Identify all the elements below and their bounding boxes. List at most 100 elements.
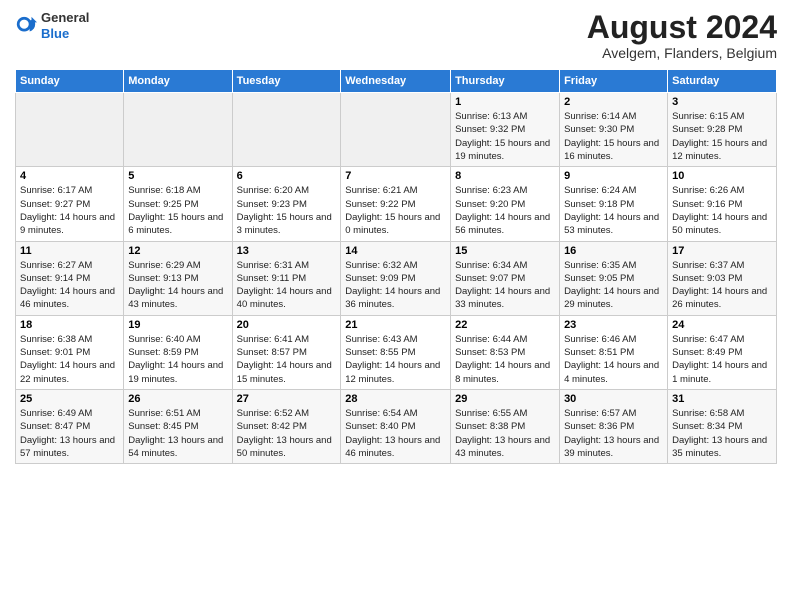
day-number: 29: [455, 393, 555, 405]
day-info: Sunrise: 6:27 AMSunset: 9:14 PMDaylight:…: [20, 259, 119, 312]
calendar-cell: 3 Sunrise: 6:15 AMSunset: 9:28 PMDaylight…: [668, 93, 777, 167]
calendar: SundayMondayTuesdayWednesdayThursdayFrid…: [15, 69, 777, 464]
day-info: Sunrise: 6:57 AMSunset: 8:36 PMDaylight:…: [564, 407, 663, 460]
calendar-cell: 13 Sunrise: 6:31 AMSunset: 9:11 PMDayligh…: [232, 241, 341, 315]
day-info: Sunrise: 6:29 AMSunset: 9:13 PMDaylight:…: [128, 259, 227, 312]
calendar-cell: 26Sunrise: 6:51 AMSunset: 8:45 PMDayligh…: [124, 389, 232, 463]
day-info: Sunrise: 6:26 AMSunset: 9:16 PMDaylight:…: [672, 184, 772, 237]
calendar-cell: 19 Sunrise: 6:40 AMSunset: 8:59 PMDayligh…: [124, 315, 232, 389]
calendar-cell: 17 Sunrise: 6:37 AMSunset: 9:03 PMDayligh…: [668, 241, 777, 315]
day-info: Sunrise: 6:15 AMSunset: 9:28 PMDaylight:…: [672, 110, 772, 163]
day-info: Sunrise: 6:35 AMSunset: 9:05 PMDaylight:…: [564, 259, 663, 312]
calendar-cell: 9Sunrise: 6:24 AMSunset: 9:18 PMDaylight…: [560, 167, 668, 241]
day-number: 23: [564, 319, 663, 331]
location: Avelgem, Flanders, Belgium: [587, 45, 777, 61]
day-number: 11: [20, 245, 119, 257]
calendar-cell: 12 Sunrise: 6:29 AMSunset: 9:13 PMDayligh…: [124, 241, 232, 315]
day-info: Sunrise: 6:38 AMSunset: 9:01 PMDaylight:…: [20, 333, 119, 386]
calendar-cell: 1Sunrise: 6:13 AMSunset: 9:32 PMDaylight…: [451, 93, 560, 167]
calendar-week: 25 Sunrise: 6:49 AMSunset: 8:47 PMDayligh…: [16, 389, 777, 463]
calendar-week: 18Sunrise: 6:38 AMSunset: 9:01 PMDayligh…: [16, 315, 777, 389]
day-number: 24: [672, 319, 772, 331]
weekday-header: Saturday: [668, 70, 777, 93]
day-number: 25: [20, 393, 119, 405]
calendar-week: 11 Sunrise: 6:27 AMSunset: 9:14 PMDayligh…: [16, 241, 777, 315]
day-number: 3: [672, 96, 772, 108]
calendar-cell: 5Sunrise: 6:18 AMSunset: 9:25 PMDaylight…: [124, 167, 232, 241]
day-info: Sunrise: 6:40 AMSunset: 8:59 PMDaylight:…: [128, 333, 227, 386]
weekday-header: Friday: [560, 70, 668, 93]
calendar-cell: 25 Sunrise: 6:49 AMSunset: 8:47 PMDayligh…: [16, 389, 124, 463]
day-number: 30: [564, 393, 663, 405]
day-info: Sunrise: 6:43 AMSunset: 8:55 PMDaylight:…: [345, 333, 446, 386]
calendar-cell: 10Sunrise: 6:26 AMSunset: 9:16 PMDayligh…: [668, 167, 777, 241]
day-number: 28: [345, 393, 446, 405]
day-info: Sunrise: 6:37 AMSunset: 9:03 PMDaylight:…: [672, 259, 772, 312]
day-info: Sunrise: 6:31 AMSunset: 9:11 PMDaylight:…: [237, 259, 337, 312]
day-info: Sunrise: 6:32 AMSunset: 9:09 PMDaylight:…: [345, 259, 446, 312]
day-number: 8: [455, 170, 555, 182]
calendar-cell: 21 Sunrise: 6:43 AMSunset: 8:55 PMDayligh…: [341, 315, 451, 389]
day-number: 1: [455, 96, 555, 108]
day-number: 12: [128, 245, 227, 257]
calendar-cell: 11 Sunrise: 6:27 AMSunset: 9:14 PMDayligh…: [16, 241, 124, 315]
day-info: Sunrise: 6:21 AMSunset: 9:22 PMDaylight:…: [345, 184, 446, 237]
day-number: 20: [237, 319, 337, 331]
calendar-cell: 8 Sunrise: 6:23 AMSunset: 9:20 PMDaylight…: [451, 167, 560, 241]
day-number: 2: [564, 96, 663, 108]
page-container: General Blue August 2024 Avelgem, Flande…: [0, 0, 792, 469]
weekday-header: Wednesday: [341, 70, 451, 93]
day-number: 17: [672, 245, 772, 257]
day-number: 5: [128, 170, 227, 182]
logo-text: General Blue: [41, 10, 89, 41]
calendar-cell: 18Sunrise: 6:38 AMSunset: 9:01 PMDayligh…: [16, 315, 124, 389]
day-number: 6: [237, 170, 337, 182]
day-number: 13: [237, 245, 337, 257]
weekday-header: Thursday: [451, 70, 560, 93]
calendar-body: 1Sunrise: 6:13 AMSunset: 9:32 PMDaylight…: [16, 93, 777, 464]
calendar-week: 4Sunrise: 6:17 AMSunset: 9:27 PMDaylight…: [16, 167, 777, 241]
logo-icon: [15, 15, 37, 37]
logo-general: General: [41, 10, 89, 26]
calendar-cell: 7Sunrise: 6:21 AMSunset: 9:22 PMDaylight…: [341, 167, 451, 241]
day-number: 19: [128, 319, 227, 331]
calendar-cell: [16, 93, 124, 167]
day-info: Sunrise: 6:20 AMSunset: 9:23 PMDaylight:…: [237, 184, 337, 237]
calendar-cell: 20 Sunrise: 6:41 AMSunset: 8:57 PMDayligh…: [232, 315, 341, 389]
calendar-cell: 16 Sunrise: 6:35 AMSunset: 9:05 PMDayligh…: [560, 241, 668, 315]
day-info: Sunrise: 6:23 AMSunset: 9:20 PMDaylight:…: [455, 184, 555, 237]
calendar-cell: [232, 93, 341, 167]
calendar-cell: 22Sunrise: 6:44 AMSunset: 8:53 PMDayligh…: [451, 315, 560, 389]
calendar-cell: 6 Sunrise: 6:20 AMSunset: 9:23 PMDaylight…: [232, 167, 341, 241]
day-info: Sunrise: 6:17 AMSunset: 9:27 PMDaylight:…: [20, 184, 119, 237]
day-info: Sunrise: 6:46 AMSunset: 8:51 PMDaylight:…: [564, 333, 663, 386]
day-info: Sunrise: 6:49 AMSunset: 8:47 PMDaylight:…: [20, 407, 119, 460]
month-year: August 2024: [587, 10, 777, 45]
calendar-cell: 30 Sunrise: 6:57 AMSunset: 8:36 PMDayligh…: [560, 389, 668, 463]
day-info: Sunrise: 6:58 AMSunset: 8:34 PMDaylight:…: [672, 407, 772, 460]
day-info: Sunrise: 6:52 AMSunset: 8:42 PMDaylight:…: [237, 407, 337, 460]
day-number: 31: [672, 393, 772, 405]
calendar-week: 1Sunrise: 6:13 AMSunset: 9:32 PMDaylight…: [16, 93, 777, 167]
day-info: Sunrise: 6:47 AMSunset: 8:49 PMDaylight:…: [672, 333, 772, 386]
calendar-cell: 14Sunrise: 6:32 AMSunset: 9:09 PMDayligh…: [341, 241, 451, 315]
calendar-cell: [341, 93, 451, 167]
day-info: Sunrise: 6:55 AMSunset: 8:38 PMDaylight:…: [455, 407, 555, 460]
calendar-cell: 27Sunrise: 6:52 AMSunset: 8:42 PMDayligh…: [232, 389, 341, 463]
day-number: 21: [345, 319, 446, 331]
day-info: Sunrise: 6:24 AMSunset: 9:18 PMDaylight:…: [564, 184, 663, 237]
header: General Blue August 2024 Avelgem, Flande…: [15, 10, 777, 61]
day-info: Sunrise: 6:54 AMSunset: 8:40 PMDaylight:…: [345, 407, 446, 460]
day-info: Sunrise: 6:41 AMSunset: 8:57 PMDaylight:…: [237, 333, 337, 386]
calendar-cell: 4Sunrise: 6:17 AMSunset: 9:27 PMDaylight…: [16, 167, 124, 241]
day-info: Sunrise: 6:14 AMSunset: 9:30 PMDaylight:…: [564, 110, 663, 163]
calendar-header: SundayMondayTuesdayWednesdayThursdayFrid…: [16, 70, 777, 93]
weekday-header: Monday: [124, 70, 232, 93]
day-number: 26: [128, 393, 227, 405]
calendar-cell: 2 Sunrise: 6:14 AMSunset: 9:30 PMDaylight…: [560, 93, 668, 167]
day-number: 16: [564, 245, 663, 257]
logo-blue: Blue: [41, 26, 89, 42]
calendar-cell: [124, 93, 232, 167]
weekday-header: Sunday: [16, 70, 124, 93]
weekday-row: SundayMondayTuesdayWednesdayThursdayFrid…: [16, 70, 777, 93]
